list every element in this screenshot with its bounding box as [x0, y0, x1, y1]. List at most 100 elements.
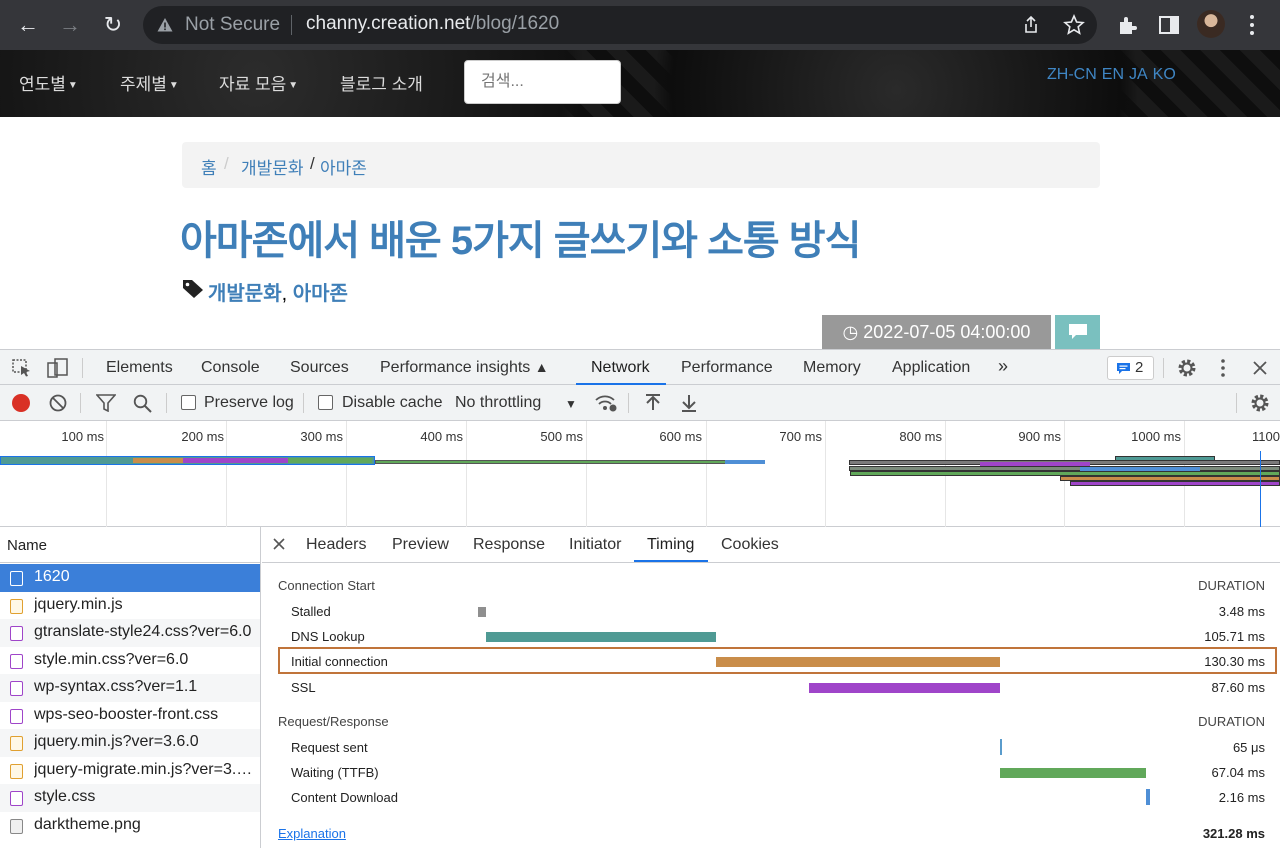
tab-performance-insights[interactable]: Performance insights ▲ — [380, 359, 549, 377]
timing-request-sent-bar — [1000, 739, 1003, 755]
divider — [80, 393, 81, 413]
extensions-icon[interactable] — [1114, 12, 1140, 38]
tab-initiator[interactable]: Initiator — [569, 536, 621, 554]
comment-button[interactable] — [1055, 315, 1100, 349]
breadcrumb-category[interactable]: 개발문화 — [241, 154, 304, 179]
tick-label: 1000 ms — [1131, 429, 1181, 444]
close-detail-icon[interactable] — [273, 538, 285, 550]
url-text[interactable]: channy.creation.net/blog/1620 — [306, 13, 559, 35]
post-date-badge: ◷ 2022-07-05 04:00:00 — [822, 315, 1051, 349]
lang-zh-cn[interactable]: ZH-CN — [1047, 66, 1097, 83]
request-row[interactable]: wps-seo-booster-front.css — [0, 702, 260, 730]
request-row[interactable]: style.css — [0, 784, 260, 812]
tab-headers[interactable]: Headers — [306, 536, 366, 554]
share-icon[interactable] — [1021, 15, 1041, 35]
menu-about[interactable]: 블로그 소개 — [340, 70, 423, 95]
forward-icon[interactable]: → — [54, 9, 86, 41]
menu-by-topic[interactable]: 주제별 ▼ — [120, 70, 179, 95]
divider — [1163, 358, 1164, 378]
request-row[interactable]: gtranslate-style24.css?ver=6.0 — [0, 619, 260, 647]
tag-link[interactable]: 아마존 — [293, 283, 348, 305]
tab-elements[interactable]: Elements — [106, 359, 173, 377]
filter-icon[interactable] — [96, 394, 116, 412]
menu-label: 연도별 — [19, 75, 66, 94]
network-conditions-icon[interactable] — [594, 393, 618, 413]
name-header-label: Name — [7, 537, 48, 554]
tab-network[interactable]: Network — [591, 359, 650, 377]
bookmark-star-icon[interactable] — [1063, 14, 1085, 36]
request-row[interactable]: jquery-migrate.min.js?ver=3.… — [0, 757, 260, 785]
tab-application[interactable]: Application — [892, 359, 970, 377]
lang-ja[interactable]: JA — [1129, 66, 1148, 83]
stylesheet-icon — [10, 681, 23, 696]
record-icon[interactable] — [12, 394, 30, 412]
menu-by-year[interactable]: 연도별 ▼ — [19, 70, 78, 95]
settings-gear-icon[interactable] — [1176, 357, 1198, 379]
network-overview[interactable]: 100 ms 200 ms 300 ms 400 ms 500 ms 600 m… — [0, 421, 1280, 527]
timing-dns-lookup-label: DNS Lookup — [291, 629, 365, 644]
not-secure-label: Not Secure — [185, 14, 281, 35]
tab-timing[interactable]: Timing — [647, 536, 694, 554]
divider — [82, 358, 83, 378]
search-input[interactable] — [464, 60, 621, 104]
request-row[interactable]: 1620 — [0, 564, 260, 592]
lang-ko[interactable]: KO — [1153, 66, 1176, 83]
network-settings-icon[interactable] — [1249, 392, 1271, 414]
tab-performance[interactable]: Performance — [681, 359, 773, 377]
request-name: style.css — [34, 788, 96, 805]
caret-down-icon: ▼ — [67, 80, 78, 91]
divider — [1236, 393, 1237, 413]
post-title[interactable]: 아마존에서 배운 5가지 글쓰기와 소통 방식 — [180, 208, 861, 266]
more-options-icon[interactable] — [1216, 358, 1230, 378]
divider — [303, 393, 304, 413]
request-row[interactable]: jquery.min.js — [0, 592, 260, 620]
timing-stalled-bar — [478, 607, 486, 617]
close-devtools-icon[interactable] — [1252, 360, 1268, 376]
overview-bar — [1070, 481, 1280, 486]
profile-avatar[interactable] — [1197, 10, 1225, 38]
import-har-icon[interactable] — [644, 393, 662, 413]
inspect-element-icon[interactable] — [12, 359, 32, 377]
back-icon[interactable]: ← — [12, 9, 44, 41]
document-icon — [10, 571, 23, 586]
breadcrumb-current[interactable]: 아마존 — [320, 154, 367, 179]
clear-icon[interactable] — [49, 394, 67, 412]
preserve-log-checkbox[interactable] — [181, 395, 196, 410]
issues-icon — [1117, 363, 1130, 374]
script-icon — [10, 598, 23, 614]
lang-en[interactable]: EN — [1102, 66, 1124, 83]
request-row[interactable]: jquery.min.js?ver=3.6.0 — [0, 729, 260, 757]
tab-sources[interactable]: Sources — [290, 359, 349, 377]
address-bar[interactable]: Not Secure channy.creation.net/blog/1620 — [143, 6, 1097, 44]
menu-resources[interactable]: 자료 모음 ▼ — [219, 70, 298, 95]
name-column-header[interactable]: Name — [0, 527, 260, 563]
request-name: wps-seo-booster-front.css — [34, 705, 219, 723]
language-switcher: ZH-CN EN JA KO — [1047, 66, 1181, 84]
tag-link[interactable]: 개발문화 — [208, 283, 282, 305]
side-panel-icon[interactable] — [1156, 12, 1182, 38]
disable-cache-checkbox[interactable] — [318, 395, 333, 410]
search-icon[interactable] — [133, 394, 152, 413]
divider — [628, 393, 629, 413]
device-toolbar-icon[interactable] — [47, 358, 69, 378]
timing-initial-connection-duration: 130.30 ms — [1204, 654, 1265, 669]
grid-line — [346, 421, 347, 527]
total-duration: 321.28 ms — [1202, 826, 1265, 841]
request-row[interactable]: style.min.css?ver=6.0 — [0, 647, 260, 675]
tab-memory[interactable]: Memory — [803, 359, 861, 377]
tab-console[interactable]: Console — [201, 359, 260, 377]
chrome-menu-icon[interactable] — [1244, 13, 1260, 37]
issues-button[interactable]: 2 — [1107, 356, 1154, 380]
export-har-icon[interactable] — [680, 393, 698, 413]
explanation-link[interactable]: Explanation — [278, 826, 346, 841]
breadcrumb-home[interactable]: 홈 — [201, 154, 217, 179]
request-row[interactable]: wp-syntax.css?ver=1.1 — [0, 674, 260, 702]
tab-response[interactable]: Response — [473, 536, 545, 554]
tab-preview[interactable]: Preview — [392, 536, 449, 554]
caret-down-icon: ▼ — [288, 80, 299, 91]
throttling-select[interactable]: No throttling ▼ — [455, 385, 580, 421]
tab-cookies[interactable]: Cookies — [721, 536, 779, 554]
reload-icon[interactable]: ↻ — [97, 9, 129, 41]
more-tabs-icon[interactable]: » — [998, 356, 1008, 377]
request-row[interactable]: darktheme.png — [0, 812, 260, 840]
